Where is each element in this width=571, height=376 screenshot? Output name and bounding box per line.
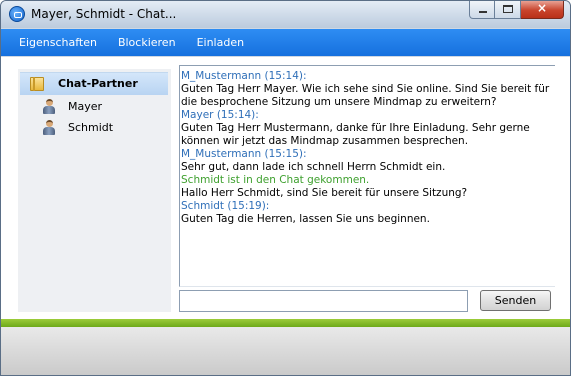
partner-item-schmidt[interactable]: Schmidt [18, 118, 168, 138]
chat-message: Guten Tag Herr Mayer. Wie ich sehe sind … [181, 83, 553, 108]
chat-message: Hallo Herr Schmidt, sind Sie bereit für … [181, 187, 468, 199]
chat-partner-panel: Chat-Partner Mayer Schmidt [18, 69, 171, 312]
chat-partner-header[interactable]: Chat-Partner [20, 72, 168, 95]
window-title: Mayer, Schmidt - Chat... [31, 7, 177, 21]
user-icon [43, 120, 55, 135]
close-icon: × [536, 1, 548, 15]
chat-system-message: Schmidt ist in den Chat gekommen. [181, 174, 370, 186]
chat-message: Sehr gut, dann lade ich schnell Herrn Sc… [181, 161, 446, 173]
window-footer [1, 327, 570, 375]
minimize-button[interactable] [469, 1, 495, 19]
chat-history[interactable]: M_Mustermann (15:14): Guten Tag Herr May… [179, 65, 555, 287]
partner-name: Mayer [68, 100, 103, 113]
chat-message: Guten Tag die Herren, lassen Sie uns beg… [181, 213, 430, 225]
partner-item-mayer[interactable]: Mayer [18, 97, 168, 117]
maximize-icon [503, 5, 513, 13]
partner-name: Schmidt [68, 121, 114, 134]
chat-partner-title: Chat-Partner [58, 77, 138, 90]
chat-sender: Mayer (15:14): [181, 109, 259, 121]
menu-bar: Eigenschaften Blockieren Einladen [1, 29, 570, 56]
minimize-icon [479, 11, 487, 13]
chat-message: Guten Tag Herr Mustermann, danke für Ihr… [181, 122, 534, 147]
chat-sender: M_Mustermann (15:14): [181, 70, 307, 82]
title-bar[interactable]: Mayer, Schmidt - Chat... × [1, 1, 570, 28]
chat-sender: Schmidt (15:19): [181, 200, 270, 212]
window-controls: × [469, 1, 564, 19]
accent-bar [1, 319, 570, 327]
folder-icon [30, 77, 44, 91]
menu-einladen[interactable]: Einladen [197, 36, 245, 49]
send-button[interactable]: Senden [480, 290, 551, 311]
chat-sender: M_Mustermann (15:15): [181, 148, 307, 160]
menu-blockieren[interactable]: Blockieren [118, 36, 176, 49]
chat-content: Chat-Partner Mayer Schmidt M_Mustermann … [1, 57, 570, 319]
message-input[interactable] [179, 290, 468, 312]
user-icon [43, 99, 55, 114]
maximize-button[interactable] [495, 1, 521, 19]
teamviewer-icon [9, 6, 25, 22]
menu-eigenschaften[interactable]: Eigenschaften [19, 36, 97, 49]
close-button[interactable]: × [521, 1, 564, 19]
chat-window: Mayer, Schmidt - Chat... × Eigenschaften… [0, 0, 571, 376]
